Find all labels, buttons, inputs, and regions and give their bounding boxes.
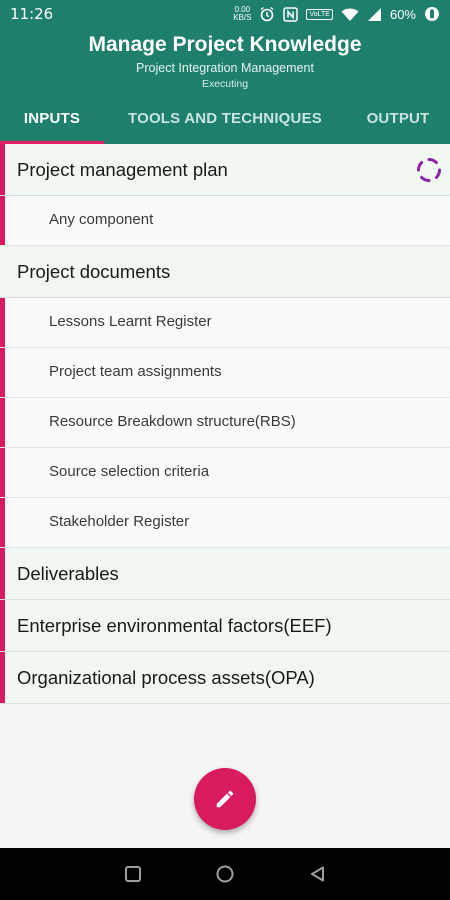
tab-bar: INPUTS TOOLS AND TECHNIQUES OUTPUT	[0, 104, 450, 144]
group-project-documents[interactable]: Project documents	[0, 246, 450, 298]
list-item[interactable]: Lessons Learnt Register	[0, 298, 450, 348]
item-label: Resource Breakdown structure(RBS)	[49, 413, 296, 430]
loading-spinner-icon[interactable]	[416, 157, 442, 183]
nfc-icon	[283, 6, 299, 22]
alarm-icon	[261, 6, 274, 22]
wifi-icon	[341, 8, 359, 21]
item-label: Source selection criteria	[49, 463, 210, 480]
group-deliverables[interactable]: Deliverables	[0, 548, 450, 600]
item-label: Stakeholder Register	[49, 513, 190, 530]
home-button[interactable]	[213, 862, 237, 886]
edit-pencil-icon	[216, 790, 234, 808]
back-button[interactable]	[306, 862, 330, 886]
group-label: Project management plan	[17, 159, 228, 180]
battery-icon	[425, 7, 439, 21]
edit-fab-button[interactable]	[194, 768, 256, 830]
item-label: Any component	[49, 211, 154, 228]
app-header: Manage Project Knowledge Project Integra…	[0, 28, 450, 144]
knowledge-area-subtitle: Project Integration Management	[136, 61, 314, 75]
item-label: Lessons Learnt Register	[49, 313, 212, 330]
signal-icon	[367, 7, 381, 21]
list-item[interactable]: Stakeholder Register	[0, 498, 450, 548]
page-title: Manage Project Knowledge	[88, 33, 362, 56]
list-item[interactable]: Resource Breakdown structure(RBS)	[0, 398, 450, 448]
status-time: 11:26	[10, 5, 54, 23]
system-nav-bar	[0, 848, 450, 900]
group-project-management-plan[interactable]: Project management plan	[0, 144, 450, 196]
status-icons: 0.00 KB/S VoLTE 60%	[233, 6, 440, 22]
group-enterprise-environmental-factors[interactable]: Enterprise environmental factors(EEF)	[0, 600, 450, 652]
home-circle-icon	[216, 865, 234, 883]
battery-percent: 60%	[389, 6, 416, 22]
status-bar: 11:26 0.00 KB/S VoLTE 60%	[0, 0, 450, 28]
group-label: Organizational process assets(OPA)	[17, 667, 315, 688]
recents-button[interactable]	[121, 862, 145, 886]
list-item[interactable]: Source selection criteria	[0, 448, 450, 498]
group-label: Deliverables	[17, 563, 119, 584]
back-triangle-icon	[311, 866, 324, 882]
process-group-label: Executing	[201, 78, 249, 90]
inputs-list: Project management plan Any component Pr…	[0, 144, 450, 704]
recents-square-icon	[125, 866, 141, 882]
list-item[interactable]: Project team assignments	[0, 348, 450, 398]
volte-badge: VoLTE	[306, 8, 333, 20]
tab-output[interactable]: OUTPUT	[350, 104, 446, 144]
tab-inputs[interactable]: INPUTS	[0, 104, 104, 144]
group-label: Enterprise environmental factors(EEF)	[17, 615, 332, 636]
tab-tools-and-techniques[interactable]: TOOLS AND TECHNIQUES	[118, 104, 332, 144]
group-label: Project documents	[17, 261, 171, 282]
item-label: Project team assignments	[49, 363, 222, 380]
group-organizational-process-assets[interactable]: Organizational process assets(OPA)	[0, 652, 450, 704]
network-speed: 0.00 KB/S	[233, 5, 252, 22]
list-item[interactable]: Any component	[0, 196, 450, 246]
